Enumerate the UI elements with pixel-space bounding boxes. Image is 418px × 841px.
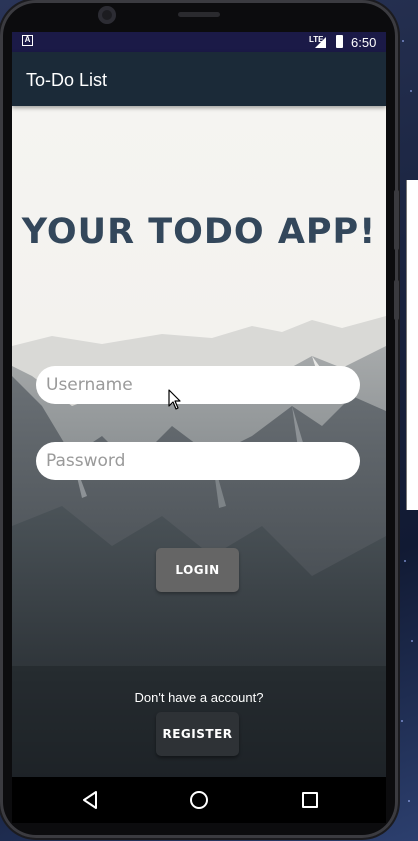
star <box>411 640 413 642</box>
star <box>402 40 404 42</box>
register-button[interactable]: REGISTER <box>156 712 239 756</box>
signal-icon <box>315 37 326 48</box>
volume-button <box>394 190 399 250</box>
star <box>404 560 406 562</box>
phone-frame: A LTE 6:50 To-Do List YOUR TODO APP! Use… <box>0 0 399 838</box>
notification-icon: A <box>22 35 33 46</box>
star <box>410 90 412 92</box>
power-button <box>394 280 399 320</box>
login-button[interactable]: LOGIN <box>156 548 239 592</box>
login-view: YOUR TODO APP! LOGIN Don't have a accoun… <box>12 106 386 777</box>
username-input[interactable] <box>36 366 360 404</box>
recents-icon[interactable] <box>302 792 318 808</box>
star <box>401 720 403 722</box>
mouse-pointer-icon <box>168 389 181 410</box>
navigation-bar <box>12 777 386 823</box>
back-icon[interactable] <box>82 791 98 809</box>
register-prompt: Don't have a account? <box>134 690 264 705</box>
app-title: To-Do List <box>26 70 108 90</box>
desktop-window-edge <box>406 180 418 510</box>
password-input[interactable] <box>36 442 360 480</box>
app-headline: YOUR TODO APP! <box>21 212 377 252</box>
status-time: 6:50 <box>351 35 377 50</box>
star <box>408 800 410 802</box>
screen: A LTE 6:50 To-Do List YOUR TODO APP! Use… <box>12 32 386 777</box>
battery-icon <box>336 35 343 48</box>
status-bar: A LTE 6:50 <box>12 32 386 52</box>
speaker <box>178 12 220 17</box>
app-bar: To-Do List <box>12 52 386 106</box>
camera <box>98 6 116 24</box>
home-icon[interactable] <box>190 791 208 809</box>
